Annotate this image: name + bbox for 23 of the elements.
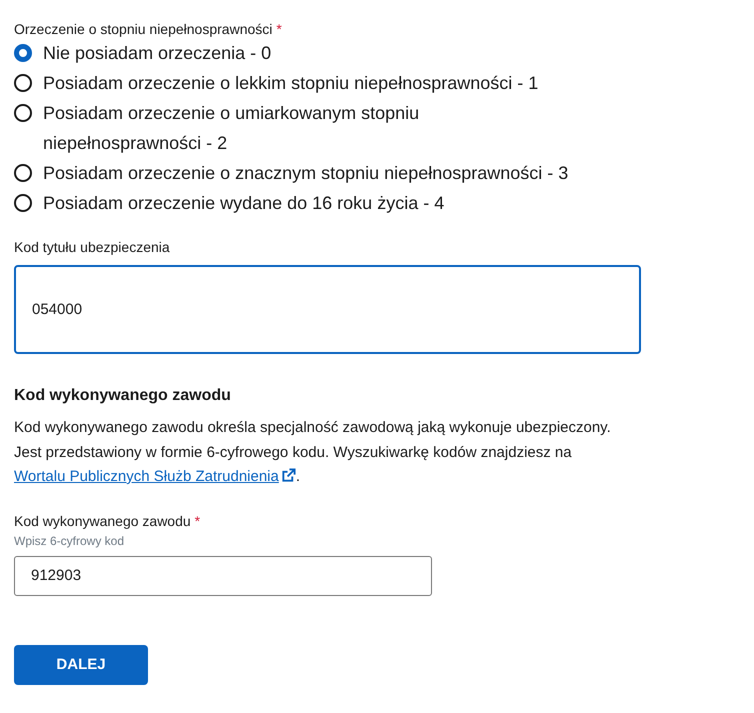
required-mark: * [194, 512, 200, 530]
radio-button[interactable] [14, 104, 32, 122]
radio-button[interactable] [14, 164, 32, 182]
portal-link[interactable]: Wortalu Publicznych Służb Zatrudnienia [14, 468, 296, 485]
radio-label[interactable]: Posiadam orzeczenie o umiarkowanym stopniu niepełnosprawności - 2 [43, 98, 641, 158]
description-paragraph: Kod wykonywanego zawodu określa specjalność zawodową jaką wykonuje ubezpieczony. Jest przedstawiony w formie 6-cyfrowego kodu. Wyszukiwarkę kodów znajdziesz na Wortalu Publicznych Służb Zatrudnienia . [14, 418, 612, 487]
external-link-icon [280, 468, 296, 483]
radio-label[interactable]: Nie posiadam orzeczenia - 0 [43, 38, 641, 68]
radio-button[interactable] [14, 194, 32, 212]
field-label: Orzeczenie o stopniu niepełnosprawności [14, 20, 272, 38]
radio-label[interactable]: Posiadam orzeczenie wydane do 16 roku życia - 4 [43, 188, 641, 218]
next-button[interactable]: DALEJ [14, 644, 148, 684]
input-field[interactable]: 054000 [14, 265, 641, 354]
field-hint: Wpisz 6-cyfrowy kod [14, 534, 126, 548]
radio-label[interactable]: Posiadam orzeczenie o lekkim stopniu niepełnosprawności - 1 [43, 68, 641, 98]
radio-button[interactable] [14, 74, 32, 92]
field-label: Kod tytułu ubezpieczenia [14, 238, 170, 256]
input-field[interactable]: 912903 [14, 556, 432, 596]
required-mark: * [276, 20, 282, 38]
radio-label[interactable]: Posiadam orzeczenie o znacznym stopniu niepełnosprawności - 3 [43, 158, 641, 188]
radio-button[interactable] [14, 44, 32, 62]
section-heading: Kod wykonywanego zawodu [14, 386, 232, 406]
field-label: Kod wykonywanego zawodu [14, 512, 191, 530]
